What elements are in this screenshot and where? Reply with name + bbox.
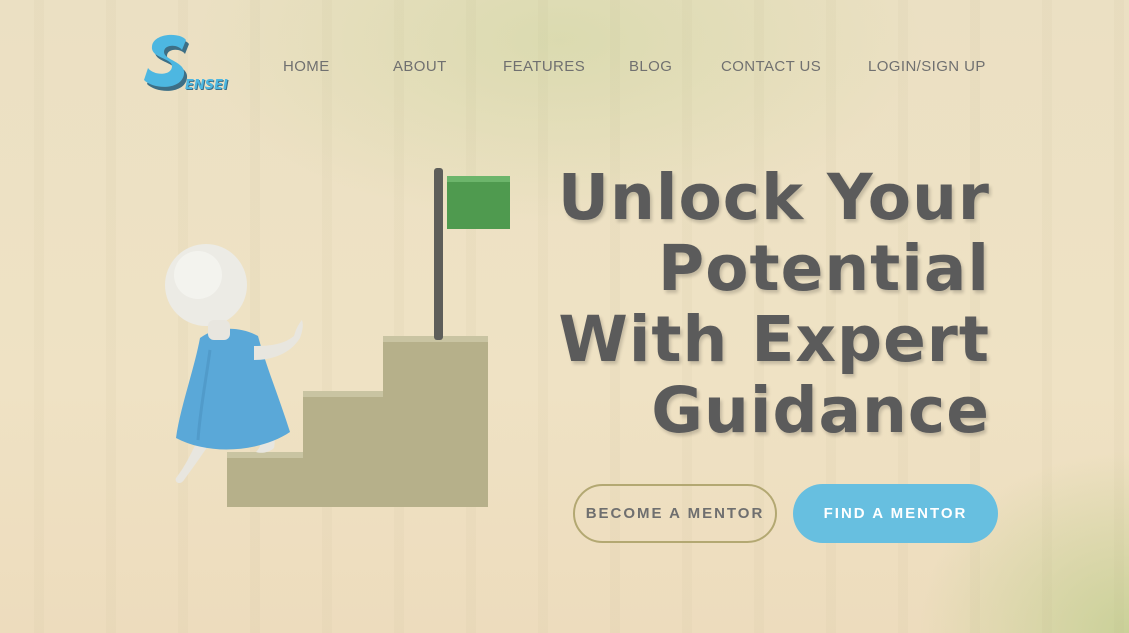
find-mentor-label: FIND A MENTOR — [823, 505, 968, 522]
main-nav: HOME ABOUT FEATURES BLOG CONTACT US LOGI… — [0, 58, 1129, 82]
nav-features[interactable]: FEATURES — [503, 58, 585, 75]
nav-home[interactable]: HOME — [283, 58, 330, 75]
headline-line: Unlock Your — [557, 161, 990, 234]
find-mentor-button[interactable]: FIND A MENTOR — [793, 484, 998, 543]
become-mentor-label: BECOME A MENTOR — [585, 505, 765, 522]
headline-line: With Expert — [558, 303, 990, 376]
headline-line: Potential — [658, 232, 990, 305]
nav-contact-us[interactable]: CONTACT US — [721, 58, 821, 75]
nav-about[interactable]: ABOUT — [393, 58, 447, 75]
become-mentor-button[interactable]: BECOME A MENTOR — [573, 484, 777, 543]
flag-icon — [434, 168, 510, 340]
nav-blog[interactable]: BLOG — [629, 58, 672, 75]
headline-line: Guidance — [651, 374, 990, 447]
climbing-figure-icon — [165, 244, 303, 484]
hero-headline: Unlock Your Potential With Expert Guidan… — [540, 162, 990, 446]
nav-login-signup[interactable]: LOGIN/SIGN UP — [868, 58, 986, 75]
hero-illustration — [150, 160, 520, 520]
